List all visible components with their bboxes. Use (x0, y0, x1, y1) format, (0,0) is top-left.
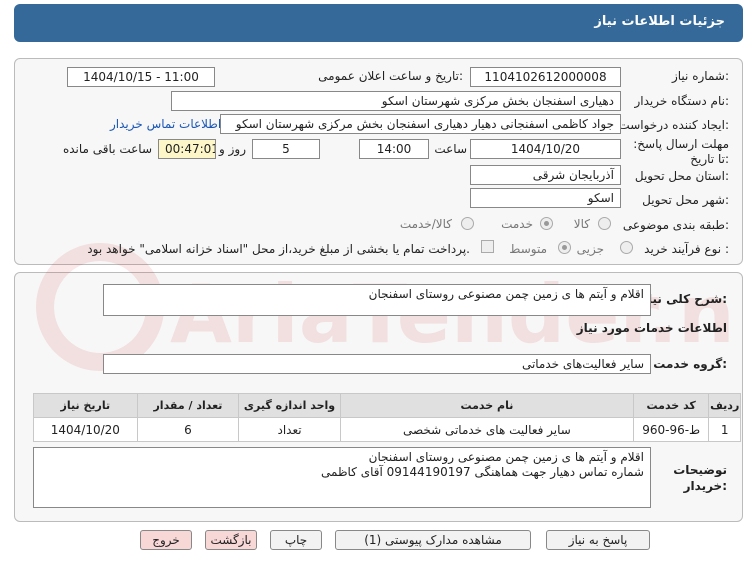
deadline-time-field: 14:00 (359, 139, 429, 159)
creator-field: جواد کاظمی اسفنجانی دهیار دهیاری اسفنجان… (220, 114, 621, 134)
buyer-notes-label: توضیحات خریدار: (673, 463, 727, 493)
col-qty: تعداد / مقدار (136, 393, 240, 418)
cell-name: سایر فعالیت های خدماتی شخصی (339, 417, 634, 442)
services-table: ردیف کد خدمت نام خدمت واحد اندازه گیری ت… (33, 393, 741, 442)
category-radio-both[interactable] (461, 217, 474, 230)
page-header: جزئیات اطلاعات نیاز (14, 4, 743, 42)
days-field: 5 (252, 139, 320, 159)
attachments-button[interactable]: مشاهده مدارک پیوستی (1) (335, 530, 531, 550)
city-label: شهر محل تحویل: (642, 193, 729, 207)
need-number-field: 1104102612000008 (470, 67, 621, 87)
category-label: طبقه بندی موضوعی: (622, 218, 729, 232)
page-title: جزئیات اطلاعات نیاز (594, 14, 725, 29)
buyer-contact-link[interactable]: اطلاعات تماس خریدار (110, 117, 221, 131)
province-label: استان محل تحویل: (634, 169, 729, 183)
col-unit: واحد اندازه گیری (238, 393, 341, 418)
process-option-medium: متوسط (509, 242, 547, 256)
services-title: اطلاعات خدمات مورد نیاز (576, 321, 727, 335)
category-option-goods: کالا (573, 217, 590, 231)
buyer-notes-line2: شماره تماس دهیار جهت هماهنگی 09144190197… (321, 465, 644, 479)
city-field: اسکو (470, 188, 621, 208)
back-button[interactable]: بازگشت (205, 530, 257, 550)
col-row: ردیف (708, 393, 741, 418)
category-radio-service[interactable] (540, 217, 553, 230)
deadline-label: مهلت ارسال پاسخ: تا تاریخ: (633, 137, 729, 166)
buyer-notes-field: اقلام و آیتم ها ی زمین چمن مصنوعی روستای… (33, 447, 651, 508)
creator-label: ایجاد کننده درخواست: (618, 118, 729, 132)
buyer-field: دهیاری اسفنجان بخش مرکزی شهرستان اسکو (171, 91, 621, 111)
buyer-label: نام دستگاه خریدار: (634, 94, 730, 108)
process-radio-minor[interactable] (620, 241, 633, 254)
announce-label: تاریخ و ساعت اعلان عمومی: (318, 69, 463, 83)
buyer-notes-line1: اقلام و آیتم ها ی زمین چمن مصنوعی روستای… (368, 450, 644, 464)
exit-button[interactable]: خروج (140, 530, 192, 550)
treasury-checkbox[interactable] (481, 240, 494, 253)
remaining-time-field: 00:47:01 (158, 139, 216, 159)
cell-unit: تعداد (238, 417, 341, 442)
category-radio-goods[interactable] (598, 217, 611, 230)
cell-date: 1404/10/20 (33, 417, 138, 442)
table-header-row: ردیف کد خدمت نام خدمت واحد اندازه گیری ت… (33, 393, 741, 418)
group-field: سایر فعالیت‌های خدماتی (103, 354, 651, 374)
process-label: نوع فرآیند خرید : (644, 242, 729, 256)
category-option-both: کالا/خدمت (399, 217, 452, 231)
table-row: 1 ط-96-960 سایر فعالیت های خدماتی شخصی ت… (33, 417, 741, 442)
col-code: کد خدمت (632, 393, 710, 418)
province-field: آذربایجان شرقی (470, 165, 621, 185)
reply-button[interactable]: پاسخ به نیاز (546, 530, 650, 550)
cell-code: ط-96-960 (632, 417, 710, 442)
remaining-label: ساعت باقی مانده (62, 142, 152, 156)
cell-qty: 6 (136, 417, 240, 442)
col-date: تاریخ نیاز (33, 393, 138, 418)
days-label: روز و (219, 142, 246, 156)
category-option-service: خدمت (501, 217, 533, 231)
announce-field: 1404/10/15 - 11:00 (67, 67, 215, 87)
process-radio-medium[interactable] (558, 241, 571, 254)
col-name: نام خدمت (339, 393, 634, 418)
process-option-minor: جزیی (576, 242, 604, 256)
time-label: ساعت (434, 142, 467, 156)
cell-row: 1 (708, 417, 741, 442)
need-number-label: شماره نیاز: (671, 69, 729, 83)
deadline-date-field: 1404/10/20 (470, 139, 621, 159)
print-button[interactable]: چاپ (270, 530, 322, 550)
desc-label: شرح کلی نیاز: (641, 292, 727, 306)
treasury-note: پرداخت تمام یا بخشی از مبلغ خرید،از محل … (87, 242, 470, 256)
group-label: گروه خدمت: (653, 357, 727, 371)
desc-field: اقلام و آیتم ها ی زمین چمن مصنوعی روستای… (103, 284, 651, 316)
